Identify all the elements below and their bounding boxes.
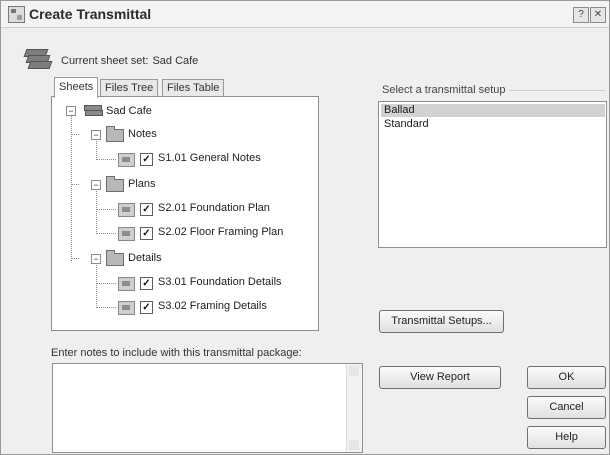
sheet-checkbox-s1-01[interactable]: ✓ (140, 153, 153, 166)
tree-sheet-s1-01[interactable]: S1.01 General Notes (158, 152, 261, 164)
folder-icon (106, 126, 124, 142)
sheet-checkbox-s2-01[interactable]: ✓ (140, 203, 153, 216)
tree-group-plans[interactable]: Plans (128, 178, 156, 190)
tree-group-notes[interactable]: Notes (128, 128, 157, 140)
sheet-checkbox-s3-02[interactable]: ✓ (140, 301, 153, 314)
help-title-button[interactable]: ? (573, 7, 589, 23)
tree-sheet-s3-02[interactable]: S3.02 Framing Details (158, 300, 267, 312)
sheets-tree[interactable]: − Sad Cafe − Notes ✓ S1.01 General Notes… (51, 96, 319, 331)
title-bar[interactable]: Create Transmittal ? ✕ (1, 1, 609, 28)
sheet-icon (118, 153, 135, 167)
notes-textarea[interactable] (52, 363, 363, 453)
collapse-root-toggle[interactable]: − (66, 106, 76, 116)
tab-sheets[interactable]: Sheets (54, 77, 99, 98)
view-report-button[interactable]: View Report (379, 366, 501, 389)
notes-label: Enter notes to include with this transmi… (51, 347, 302, 359)
current-sheet-set-value: Sad Cafe (152, 55, 199, 67)
tab-files-table[interactable]: Files Table (162, 79, 225, 97)
sheet-set-icon (23, 47, 53, 69)
sheet-icon (118, 301, 135, 315)
ok-button[interactable]: OK (527, 366, 606, 389)
scroll-up-icon[interactable] (349, 366, 359, 376)
tree-root-label[interactable]: Sad Cafe (106, 105, 152, 117)
tree-group-details[interactable]: Details (128, 252, 162, 264)
close-button[interactable]: ✕ (590, 7, 606, 23)
sheet-checkbox-s3-01[interactable]: ✓ (140, 277, 153, 290)
folder-icon (106, 176, 124, 192)
create-transmittal-dialog: Create Transmittal ? ✕ Current sheet set… (0, 0, 610, 455)
transmittal-setups-button[interactable]: Transmittal Setups... (379, 310, 504, 333)
setup-item-standard[interactable]: Standard (381, 118, 605, 131)
tree-sheet-s3-01[interactable]: S3.01 Foundation Details (158, 276, 282, 288)
window-title: Create Transmittal (29, 6, 152, 22)
sheet-set-icon (82, 104, 103, 118)
sheet-icon (118, 203, 135, 217)
collapse-details-toggle[interactable]: − (91, 254, 101, 264)
app-icon (8, 6, 25, 23)
sheet-icon (118, 277, 135, 291)
notes-scrollbar[interactable] (346, 364, 362, 452)
current-sheet-set-label: Current sheet set: (61, 55, 149, 67)
transmittal-setup-label: Select a transmittal setup (382, 84, 506, 96)
help-button[interactable]: Help (527, 426, 606, 449)
sheet-checkbox-s2-02[interactable]: ✓ (140, 227, 153, 240)
tree-sheet-s2-02[interactable]: S2.02 Floor Framing Plan (158, 226, 283, 238)
tab-files-tree[interactable]: Files Tree (100, 79, 159, 97)
scroll-down-icon[interactable] (349, 440, 359, 450)
tree-sheet-s2-01[interactable]: S2.01 Foundation Plan (158, 202, 270, 214)
collapse-plans-toggle[interactable]: − (91, 180, 101, 190)
collapse-notes-toggle[interactable]: − (91, 130, 101, 140)
folder-icon (106, 250, 124, 266)
setup-item-ballad[interactable]: Ballad (381, 104, 605, 117)
group-divider (509, 90, 605, 91)
transmittal-setup-list[interactable]: Ballad Standard (378, 101, 607, 248)
sheet-icon (118, 227, 135, 241)
current-sheet-set: Current sheet set: Sad Cafe (61, 55, 198, 67)
cancel-button[interactable]: Cancel (527, 396, 606, 419)
